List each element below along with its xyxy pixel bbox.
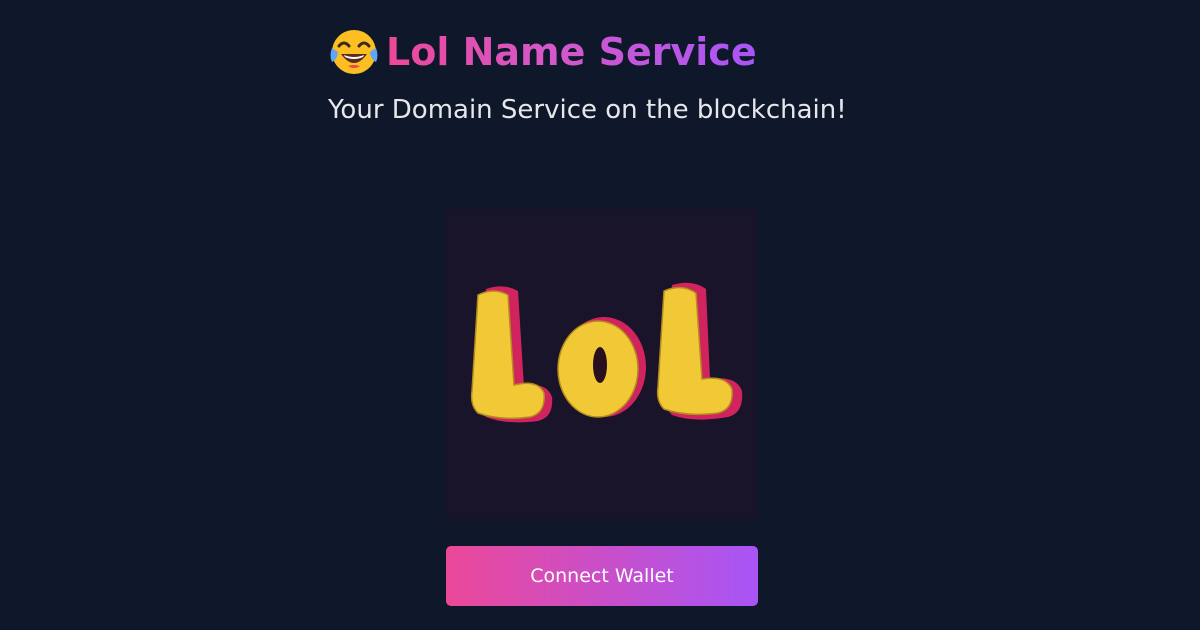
title-row: Lol Name Service (328, 26, 888, 78)
page-header: Lol Name Service Your Domain Service on … (328, 26, 888, 128)
connect-wallet-button[interactable]: Connect Wallet (446, 546, 758, 606)
lol-lettering-graphic (446, 209, 758, 519)
face-with-tears-of-joy-icon (330, 30, 378, 74)
app-title: Lol Name Service (386, 26, 757, 78)
lol-hero-image (446, 209, 758, 519)
app-subtitle: Your Domain Service on the blockchain! (328, 95, 847, 125)
